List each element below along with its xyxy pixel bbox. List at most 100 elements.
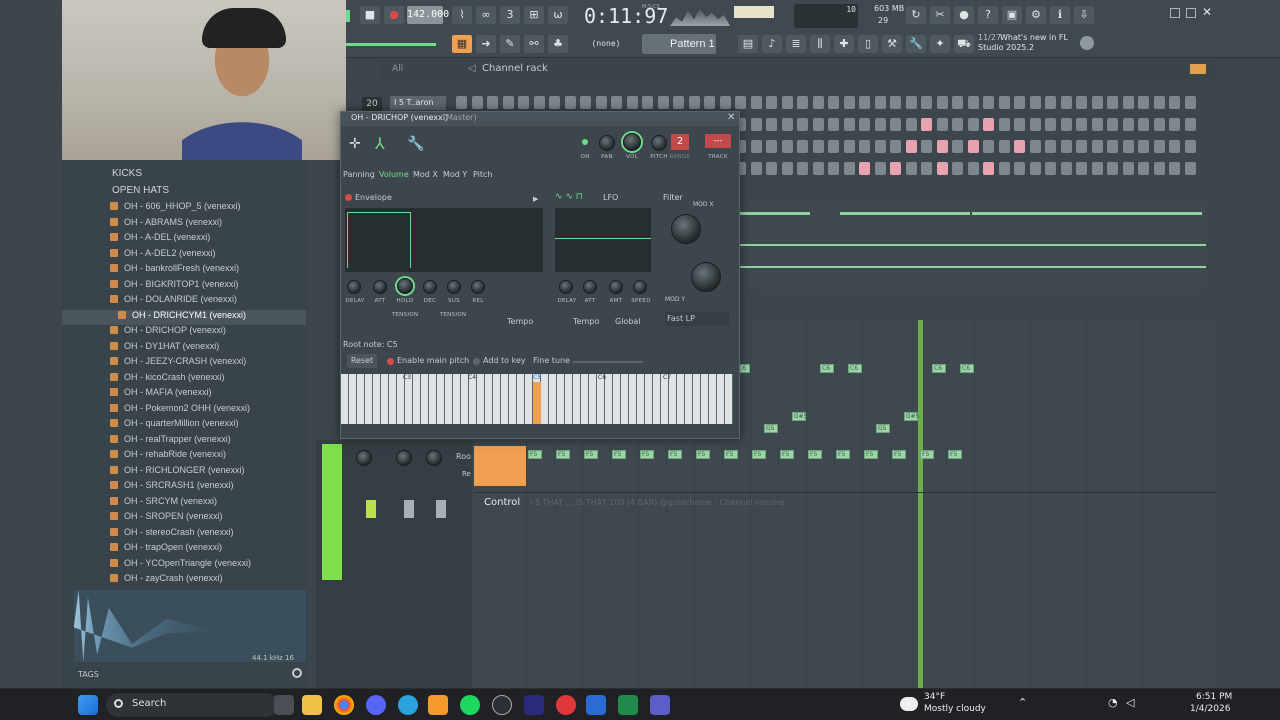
plugin-picker-icon[interactable]: ✚ [834,35,854,53]
lfo-att-knob[interactable] [583,280,597,294]
misc-tab-icon[interactable]: 🔧 [407,136,424,152]
lfo-global-label[interactable]: Global [615,317,641,326]
step-button[interactable] [1107,140,1118,153]
master-volume-bar[interactable] [734,6,774,18]
lfo-graph[interactable] [555,208,651,272]
note-block[interactable]: G5 [876,424,890,433]
browser-item[interactable]: OH - quarterMillion (venexxi) [62,418,306,433]
step-button[interactable] [1169,162,1180,175]
step-button[interactable] [626,96,638,109]
note-block[interactable]: G#5 [792,412,808,421]
telegram-icon[interactable] [398,695,418,715]
note-block[interactable]: F5 [612,450,626,459]
add-to-key-led[interactable] [473,358,480,365]
step-button[interactable] [936,96,948,109]
step-button[interactable] [967,118,979,131]
opera-icon[interactable] [556,695,576,715]
step-button[interactable] [1107,118,1118,131]
envelope-graph[interactable] [345,208,543,272]
step-button[interactable] [952,162,963,175]
note-block[interactable]: F5 [920,450,934,459]
step-edit-icon[interactable]: ⊞ [524,6,544,24]
step-button[interactable] [952,140,963,153]
step-button[interactable] [719,96,731,109]
rack-options-icon[interactable] [1190,64,1206,74]
step-button[interactable] [766,96,777,109]
step-button[interactable] [1060,118,1072,131]
step-button[interactable] [1153,118,1165,131]
loop-record-icon[interactable]: ∞ [476,6,496,24]
step-button[interactable] [812,96,824,109]
note-block[interactable]: F5 [808,450,822,459]
step-button[interactable] [998,140,1010,153]
step-button[interactable] [983,118,994,131]
volume-icon[interactable]: ◁ [1126,696,1134,709]
tool-icon[interactable]: ⚒ [882,35,902,53]
step-button[interactable] [797,96,808,109]
step-button[interactable] [1014,118,1025,131]
windows-start-icon[interactable] [78,695,98,715]
step-button[interactable] [859,140,870,153]
arrow-tool-icon[interactable]: ➜ [476,35,496,53]
step-button[interactable] [533,96,545,109]
step-button[interactable] [1122,162,1134,175]
step-button[interactable] [843,96,855,109]
save-icon[interactable]: ▣ [1002,6,1022,24]
chrome-icon[interactable] [334,695,354,715]
browser-item[interactable]: OH - BIGKRITOP1 (venexxi) [62,279,306,294]
note-block[interactable]: G#5 [904,412,920,421]
pattern-mode-select[interactable]: (none) [580,36,632,52]
folder-open-hats[interactable]: OPEN HATS [112,185,169,196]
note-block[interactable]: F5 [724,450,738,459]
step-button[interactable] [1122,118,1134,131]
tab-pitch[interactable]: Pitch [473,170,492,179]
browser-item[interactable]: OH - zayCrash (venexxi) [62,573,306,588]
step-button[interactable] [890,140,901,153]
env-tempo-label[interactable]: Tempo [507,317,533,326]
step-button[interactable] [983,140,994,153]
metronome-icon[interactable]: ⌇ [452,6,472,24]
step-button[interactable] [1107,162,1118,175]
settings-icon[interactable]: ⚙ [1026,6,1046,24]
blend-notes-icon[interactable]: ω [548,6,568,24]
pencil-tool-icon[interactable]: ✎ [500,35,520,53]
step-button[interactable] [688,96,700,109]
browser-item[interactable]: OH - bankrollFresh (venexxi) [62,263,306,278]
step-button[interactable] [936,162,948,175]
step-button[interactable] [750,162,762,175]
taskbar-search[interactable]: Search [106,693,278,717]
step-button[interactable] [828,118,839,131]
browser-item[interactable]: OH - trapOpen (venexxi) [62,542,306,557]
step-button[interactable] [704,96,715,109]
step-button[interactable] [967,96,979,109]
plugin-titlebar[interactable]: OH - DRICHOP (venexxi) (Master) ✕ [341,112,739,126]
note-block[interactable]: F5 [696,450,710,459]
pitch-knob[interactable] [651,135,667,151]
network-icon[interactable]: ◔ [1108,696,1118,709]
stamp-tool-icon[interactable]: ♣ [548,35,568,53]
file-explorer-icon[interactable] [302,695,322,715]
step-button[interactable] [1107,96,1118,109]
step-button[interactable] [564,96,576,109]
tab-mod-y[interactable]: Mod Y [443,170,467,179]
browser-item[interactable]: OH - SROPEN (venexxi) [62,511,306,526]
step-button[interactable] [859,162,870,175]
minimize-window-icon[interactable] [1170,8,1180,18]
master-pitch-slider[interactable] [346,43,436,46]
step-button[interactable] [781,162,793,175]
step-button[interactable] [905,162,917,175]
step-button[interactable] [812,140,824,153]
step-button[interactable] [874,96,886,109]
browser-item[interactable]: OH - Pokemon2 OHH (venexxi) [62,403,306,418]
step-button[interactable] [890,162,901,175]
envelope-led[interactable] [345,194,352,201]
tray-chevron-icon[interactable]: ⌃ [1018,696,1027,709]
lfo-speed-knob[interactable] [633,280,647,294]
step-button[interactable] [874,140,886,153]
folder-kicks[interactable]: KICKS [112,168,142,179]
step-button[interactable] [905,140,917,153]
fader-2[interactable] [404,500,414,518]
tab-volume[interactable]: Volume [379,170,409,179]
step-button[interactable] [797,118,808,131]
step-button[interactable] [1153,140,1165,153]
